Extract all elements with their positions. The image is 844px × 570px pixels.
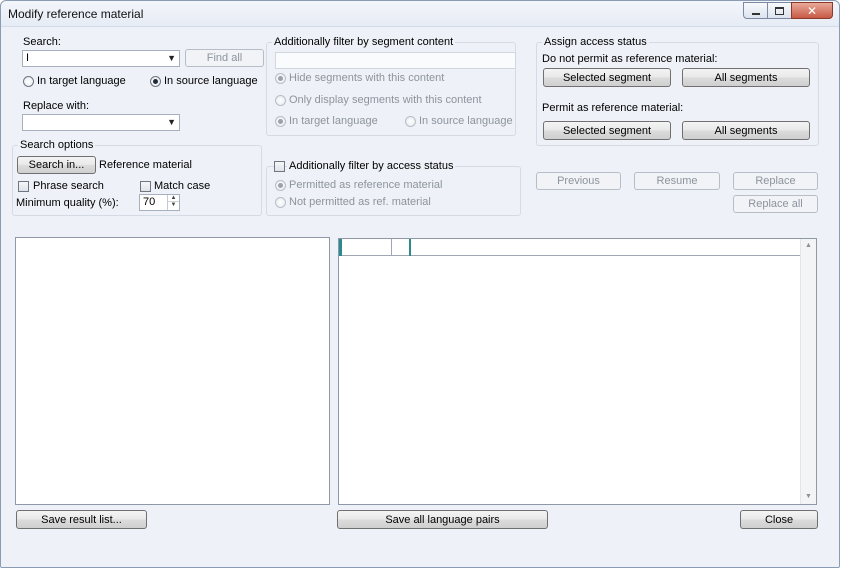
- segment-grid-header: [339, 239, 800, 256]
- permit-selected-segment-button[interactable]: Selected segment: [543, 121, 671, 140]
- result-list-pane[interactable]: [15, 237, 330, 505]
- find-all-button[interactable]: Find all: [185, 49, 264, 67]
- radio-not-permitted-reference[interactable]: [275, 197, 286, 208]
- close-window-button[interactable]: ✕: [791, 2, 833, 19]
- do-not-permit-all-segments-button[interactable]: All segments: [682, 68, 810, 87]
- segment-content-input[interactable]: [275, 52, 516, 69]
- search-in-value: Reference material: [99, 159, 192, 171]
- chevron-down-icon: ▼: [167, 53, 176, 63]
- access-status-filter-group: [266, 166, 521, 216]
- scroll-down-icon[interactable]: ▼: [801, 490, 816, 504]
- modify-reference-material-dialog: Modify reference material ✕ Search: I ▼ …: [0, 0, 840, 568]
- minimum-quality-value: 70: [143, 196, 156, 208]
- title-bar[interactable]: Modify reference material ✕: [1, 1, 839, 27]
- radio-not-permitted-reference-label: Not permitted as ref. material: [289, 196, 431, 208]
- replace-with-combobox[interactable]: ▼: [22, 114, 180, 131]
- radio-in-target-language-label: In target language: [37, 75, 126, 87]
- maximize-icon: [775, 6, 784, 15]
- access-status-filter-checkbox[interactable]: [274, 161, 285, 172]
- replace-button[interactable]: Replace: [733, 172, 818, 190]
- radio-in-target-language[interactable]: [23, 76, 34, 87]
- previous-button[interactable]: Previous: [536, 172, 621, 190]
- search-value: I: [26, 52, 30, 64]
- radio-hide-segments-label: Hide segments with this content: [289, 72, 445, 84]
- minimize-button[interactable]: [743, 2, 768, 19]
- segment-content-filter-title: Additionally filter by segment content: [272, 36, 456, 48]
- do-not-permit-selected-segment-button[interactable]: Selected segment: [543, 68, 671, 87]
- save-all-language-pairs-button[interactable]: Save all language pairs: [337, 510, 548, 529]
- save-result-list-button[interactable]: Save result list...: [16, 510, 147, 529]
- match-case-checkbox[interactable]: [140, 181, 151, 192]
- radio-in-source-language[interactable]: [150, 76, 161, 87]
- grid-header-cell[interactable]: [342, 239, 392, 256]
- radio-filter-in-source-language[interactable]: [405, 116, 416, 127]
- phrase-search-checkbox[interactable]: [18, 181, 29, 192]
- radio-permitted-reference[interactable]: [275, 180, 286, 191]
- close-button[interactable]: Close: [740, 510, 818, 529]
- minimum-quality-stepper[interactable]: 70 ▲ ▼: [139, 194, 180, 211]
- chevron-down-icon: ▼: [167, 117, 176, 127]
- access-status-filter-title: Additionally filter by access status: [287, 160, 456, 172]
- search-combobox[interactable]: I ▼: [22, 50, 180, 67]
- replace-all-button[interactable]: Replace all: [733, 195, 818, 213]
- replace-with-label: Replace with:: [23, 100, 90, 112]
- radio-only-display-segments[interactable]: [275, 95, 286, 106]
- radio-in-source-language-label: In source language: [164, 75, 258, 87]
- permit-label: Permit as reference material:: [542, 102, 684, 114]
- chevron-up-icon[interactable]: ▲: [168, 195, 179, 202]
- radio-permitted-reference-label: Permitted as reference material: [289, 179, 443, 191]
- permit-all-segments-button[interactable]: All segments: [682, 121, 810, 140]
- assign-access-status-title: Assign access status: [542, 36, 649, 48]
- radio-filter-in-source-language-label: In source language: [419, 115, 513, 127]
- radio-filter-in-target-language-label: In target language: [289, 115, 378, 127]
- search-in-button[interactable]: Search in...: [17, 156, 96, 174]
- match-case-label: Match case: [154, 180, 211, 192]
- chevron-down-icon[interactable]: ▼: [168, 202, 179, 209]
- scroll-up-icon[interactable]: ▲: [801, 239, 816, 253]
- do-not-permit-label: Do not permit as reference material:: [542, 53, 718, 65]
- radio-hide-segments[interactable]: [275, 73, 286, 84]
- window-title: Modify reference material: [8, 7, 144, 21]
- minimize-icon: [751, 13, 760, 15]
- stepper-buttons[interactable]: ▲ ▼: [167, 195, 179, 210]
- maximize-button[interactable]: [767, 2, 792, 19]
- radio-only-display-segments-label: Only display segments with this content: [289, 94, 482, 106]
- search-options-title: Search options: [18, 139, 96, 151]
- segment-grid-scrollbar[interactable]: ▲ ▼: [800, 239, 816, 504]
- close-icon: ✕: [806, 3, 818, 18]
- resume-button[interactable]: Resume: [634, 172, 720, 190]
- segment-grid-pane[interactable]: ▲ ▼: [338, 238, 817, 505]
- minimum-quality-label: Minimum quality (%):: [16, 197, 119, 209]
- grid-header-cell[interactable]: [392, 239, 411, 256]
- radio-filter-in-target-language[interactable]: [275, 116, 286, 127]
- search-label: Search:: [23, 36, 61, 48]
- phrase-search-label: Phrase search: [33, 180, 104, 192]
